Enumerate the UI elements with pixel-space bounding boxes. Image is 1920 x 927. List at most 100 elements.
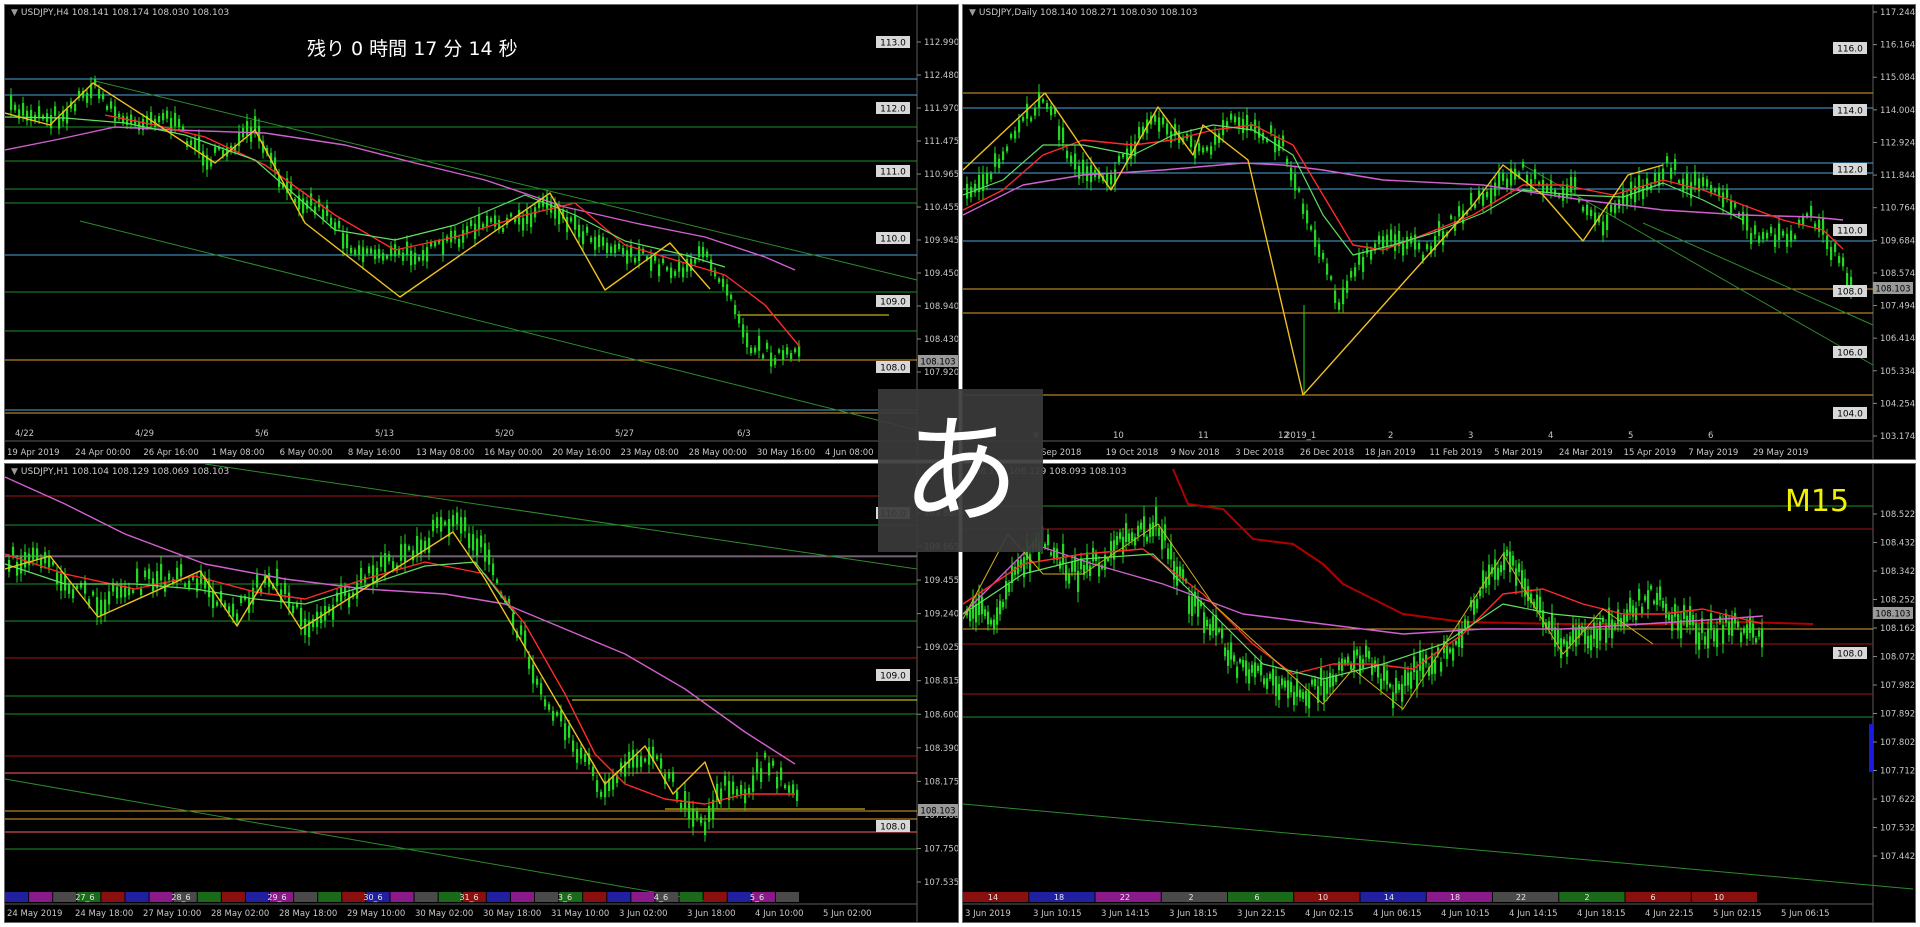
price-scale-label: 107.750	[924, 844, 959, 854]
candle-body	[680, 802, 683, 810]
candle-body	[1306, 210, 1309, 224]
price-scale-label: 111.475	[924, 137, 959, 147]
candle-body	[1461, 630, 1464, 648]
candle-body	[594, 236, 597, 250]
chart-window-h4[interactable]: 112.990 112.480 111.970 111.475 110.965 110.4…	[4, 4, 959, 460]
price-scale-label: 112.990	[924, 38, 959, 48]
candle-body	[386, 255, 389, 259]
candle-body	[1212, 616, 1215, 631]
candle-body	[1596, 628, 1599, 649]
candle-body	[182, 126, 185, 131]
candle-body	[1386, 234, 1389, 246]
candle-body	[488, 549, 491, 565]
candle-body	[458, 238, 461, 248]
price-level-box-label: 112.0	[880, 105, 906, 115]
candle-body	[1206, 146, 1209, 151]
chart-window-daily[interactable]: 117.244 116.164 115.084 114.004 112.924 111.8…	[962, 4, 1916, 460]
candle-body	[1778, 223, 1781, 241]
period-label: 4	[1548, 431, 1553, 441]
candle-body	[1749, 616, 1752, 633]
session-bar-segment	[1559, 892, 1625, 902]
candle-body	[1286, 158, 1289, 165]
candle-body	[86, 92, 89, 103]
candle-body	[966, 183, 969, 199]
zigzag-line	[963, 523, 1654, 710]
candle-body	[1005, 581, 1008, 600]
candle-body	[1602, 221, 1605, 236]
candle-body	[1176, 566, 1179, 586]
candle-body	[548, 704, 551, 710]
candle-body	[722, 278, 725, 287]
candle-body	[1330, 276, 1333, 280]
price-scale-label: 117.244	[1880, 8, 1915, 18]
candle-body	[1071, 562, 1074, 572]
candle-body	[232, 603, 235, 617]
chart-window-h1[interactable]: 109.880109.665109.455109.240109.025108.8…	[4, 463, 959, 923]
time-axis-label: 3 Jun 18:15	[1169, 909, 1218, 919]
chart-plot-h1[interactable]: 109.880109.665109.455109.240109.025108.8…	[5, 464, 959, 923]
candle-body	[610, 246, 613, 253]
chart-header-h4: ▼ USDJPY,H4 108.141 108.174 108.030 108.1…	[11, 8, 229, 18]
candle-body	[1614, 204, 1617, 214]
candle-body	[1406, 236, 1409, 249]
price-scale-label: 107.442	[1880, 852, 1915, 862]
candle-body	[362, 247, 365, 263]
session-bar-segment	[149, 892, 173, 902]
time-axis-label: 29 May 10:00	[347, 909, 405, 919]
candle-body	[1743, 628, 1746, 633]
candle-body	[1314, 229, 1317, 247]
candle-body	[1659, 586, 1662, 600]
session-bar-segment	[197, 892, 221, 902]
session-hour-label: 14	[1384, 893, 1394, 902]
chart-plot-m15[interactable]: 108.522 108.432 108.342 108.252 108.162 108.0…	[963, 464, 1916, 923]
candle-body	[54, 106, 57, 116]
candle-body	[450, 230, 453, 243]
period-label: 6	[1708, 431, 1713, 441]
candle-body	[794, 348, 797, 353]
candle-body	[424, 540, 427, 550]
candle-body	[1665, 603, 1668, 619]
chart-symbol-ohlc: USDJPY,Daily 108.140 108.271 108.030 108…	[978, 8, 1198, 18]
candle-body	[1095, 553, 1098, 561]
candle-body	[1509, 551, 1512, 573]
session-bar-segment	[631, 892, 655, 902]
price-level-box-label: 112.0	[1837, 166, 1863, 176]
price-level-box-label: 113.0	[880, 39, 906, 49]
candle-body	[656, 755, 659, 760]
time-axis-label: 18 Jan 2019	[1365, 448, 1416, 458]
candle-body	[622, 248, 625, 254]
price-scale-label: 107.622	[1880, 795, 1915, 805]
chart-symbol-ohlc: USDJPY,H4 108.141 108.174 108.030 108.10…	[20, 8, 230, 18]
candle-body	[372, 565, 375, 585]
candle-body	[92, 591, 95, 596]
session-bar-segment	[125, 892, 149, 902]
candle-body	[1014, 130, 1017, 139]
candle-body	[1146, 536, 1149, 542]
candle-body	[1755, 638, 1758, 643]
candle-body	[1626, 195, 1629, 205]
candle-body	[194, 139, 197, 150]
candle-body	[1281, 678, 1284, 686]
candle-body	[484, 543, 487, 562]
candle-body	[1299, 689, 1302, 698]
candle-body	[1137, 525, 1140, 537]
candle-body	[1710, 613, 1713, 631]
chart-window-m15[interactable]: 108.522 108.432 108.342 108.252 108.162 108.0…	[962, 463, 1916, 923]
candle-body	[1050, 106, 1053, 116]
price-scale-label: 108.390	[924, 744, 959, 754]
candle-body	[1161, 529, 1164, 550]
candle-body	[1790, 230, 1793, 242]
candle-body	[1034, 108, 1037, 116]
chart-plot-h4[interactable]: 112.990 112.480 111.970 111.475 110.965 110.4…	[5, 5, 959, 460]
candle-body	[1047, 534, 1050, 546]
candle-body	[1536, 594, 1539, 610]
candle-body	[38, 106, 41, 119]
time-axis-label: 3 Jun 14:15	[1101, 909, 1150, 919]
candle-body	[162, 112, 165, 121]
candle-body	[572, 740, 575, 752]
candle-body	[1224, 647, 1227, 657]
candle-body	[1590, 634, 1593, 651]
chart-plot-daily[interactable]: 117.244 116.164 115.084 114.004 112.924 111.8…	[963, 5, 1916, 460]
candle-body	[582, 231, 585, 245]
candle-body	[74, 104, 77, 112]
